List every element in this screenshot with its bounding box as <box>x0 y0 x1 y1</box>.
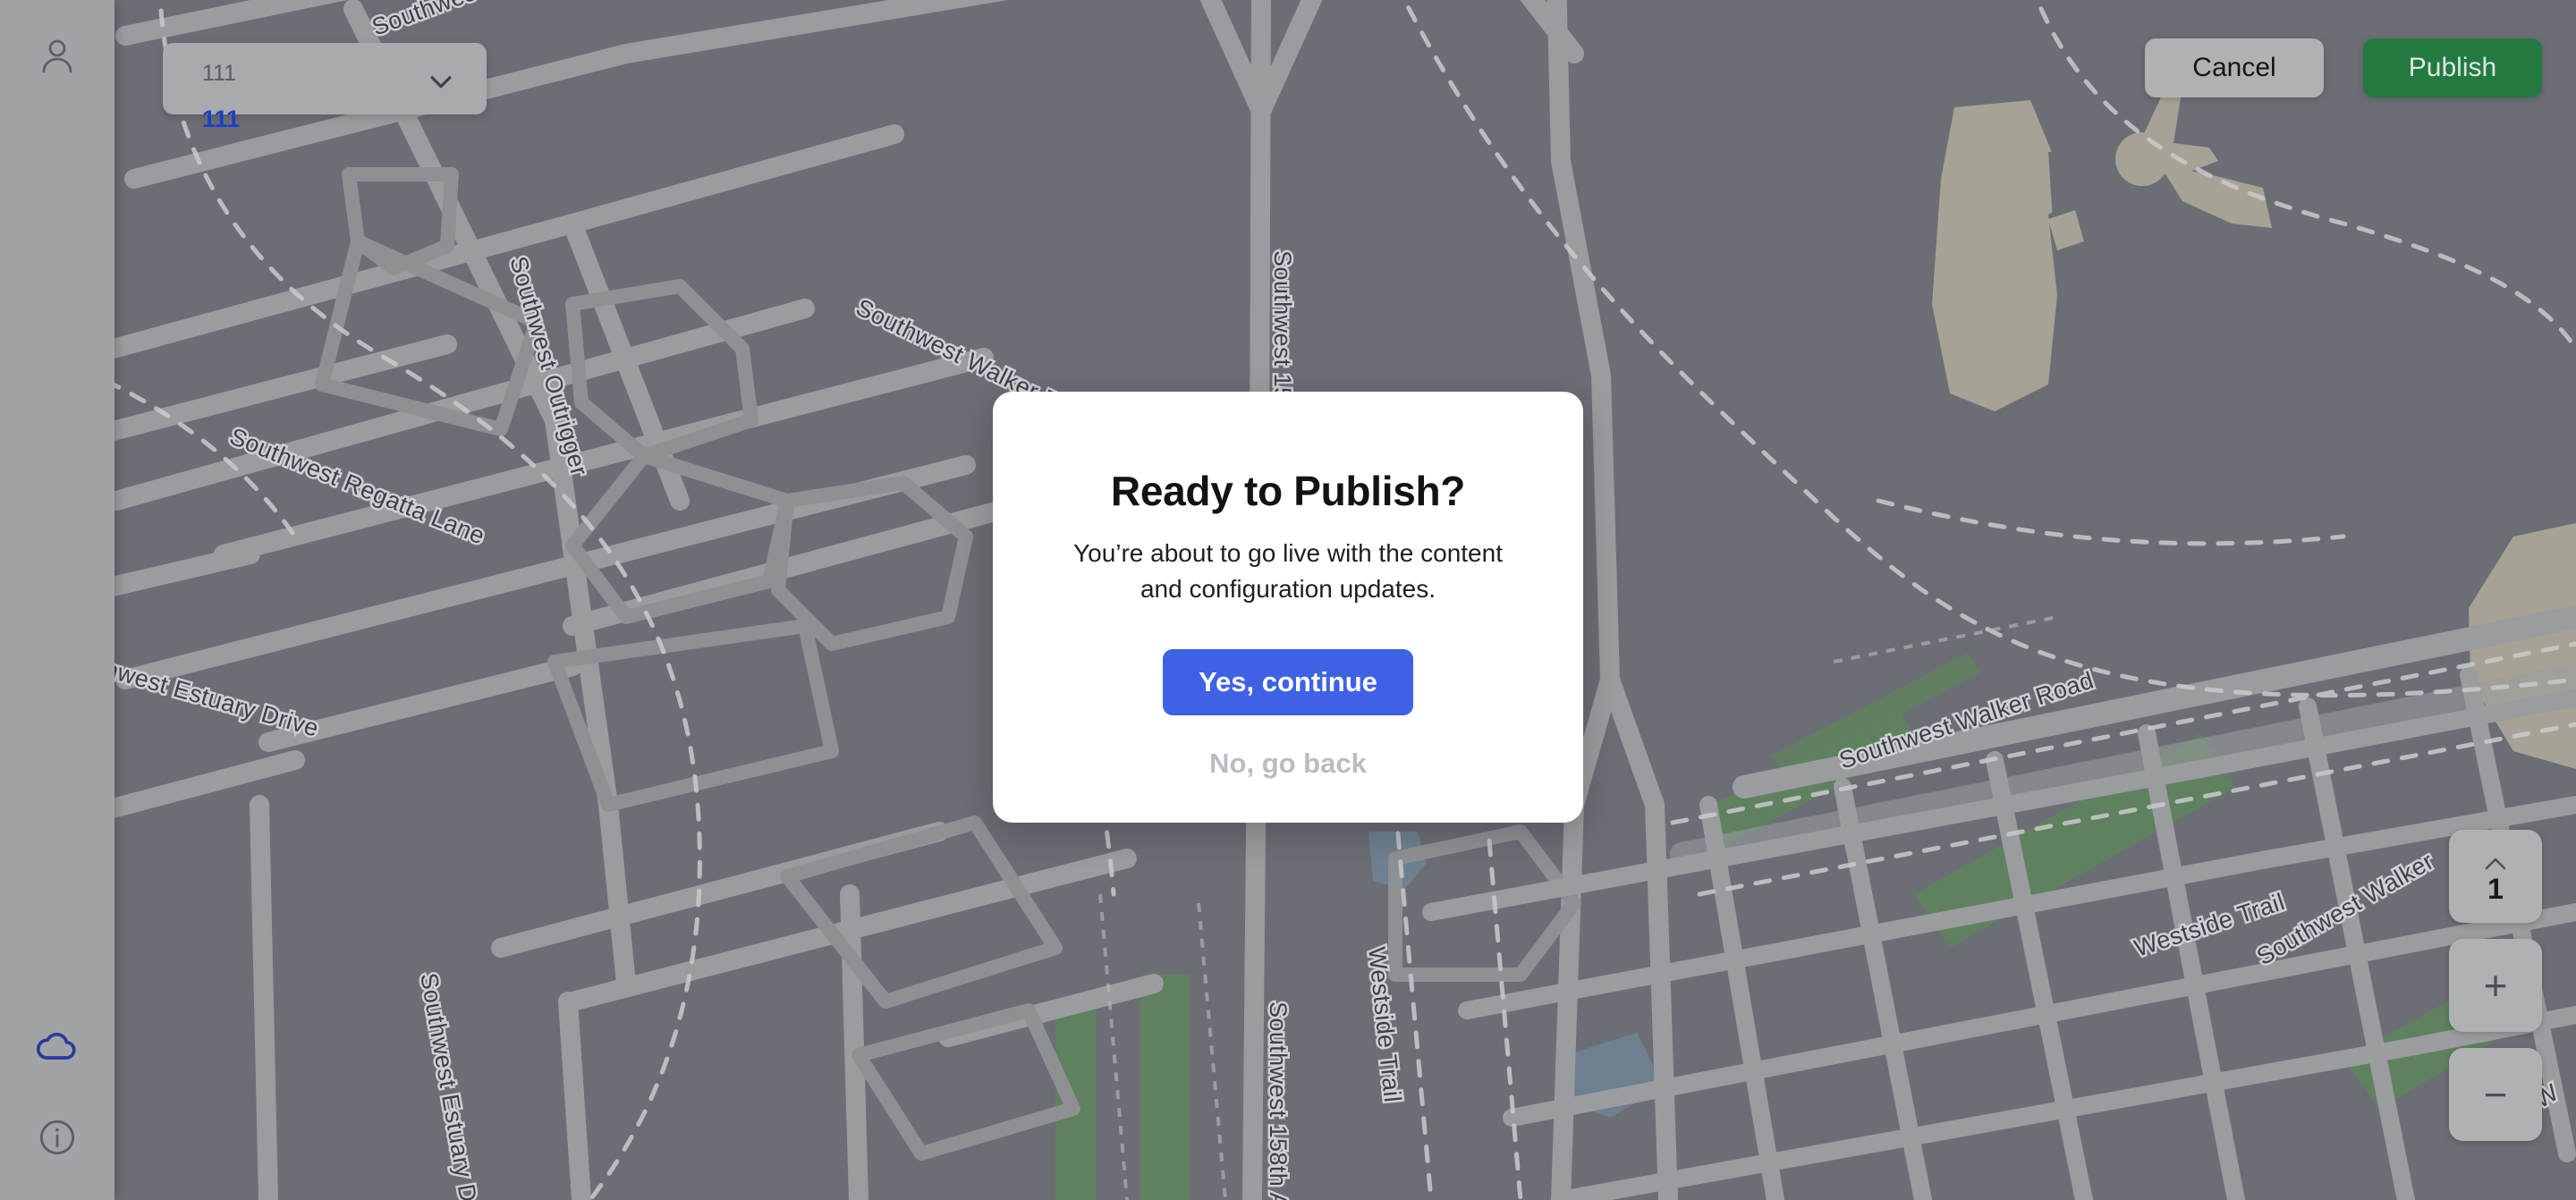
dialog-title: Ready to Publish? <box>1110 468 1466 514</box>
publish-confirm-dialog: Ready to Publish? You’re about to go liv… <box>993 392 1583 823</box>
confirm-publish-button[interactable]: Yes, continue <box>1163 649 1413 716</box>
dismiss-dialog-button[interactable]: No, go back <box>1209 748 1367 780</box>
map-publish-screen: Southwest Walker Road Southwest Walker R… <box>0 0 2576 1200</box>
dialog-body-text: You’re about to go live with the content… <box>1073 538 1503 604</box>
